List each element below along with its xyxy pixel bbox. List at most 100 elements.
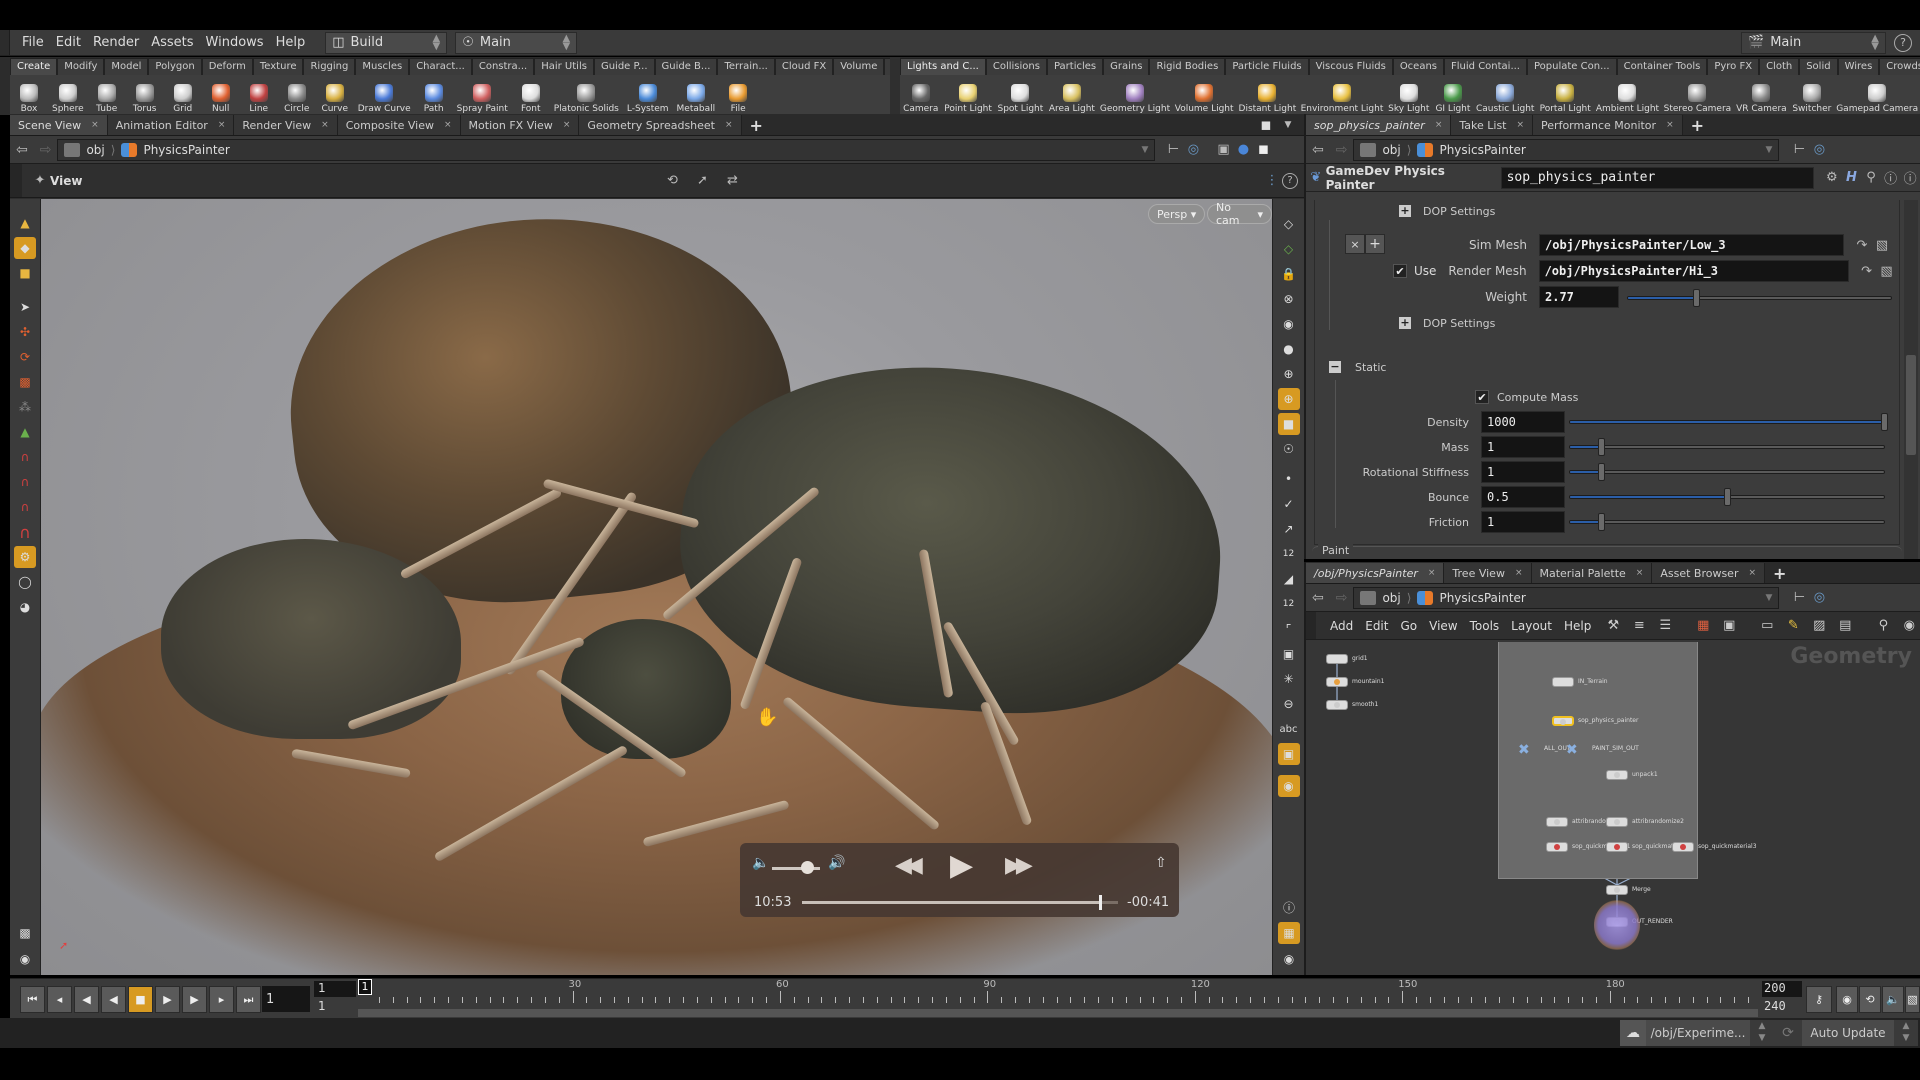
handle-icon[interactable]: ⇄ [722, 171, 742, 191]
volume-high-icon[interactable]: 🔊 [828, 855, 845, 871]
menu-windows[interactable]: Windows [200, 35, 270, 50]
shelf-tab-pyro-fx[interactable]: Pyro FX [1707, 58, 1760, 75]
tab-tree-view[interactable]: Tree View × [1444, 563, 1532, 583]
close-tab-icon[interactable]: × [1435, 120, 1443, 130]
help-icon[interactable]: ? [1282, 172, 1298, 189]
shelf-tool-distant-light[interactable]: Distant Light [1236, 76, 1299, 114]
shelf-tab-model[interactable]: Model [104, 58, 149, 75]
magnet-snap-curve-icon[interactable]: ∩ [14, 471, 36, 493]
menu-assets[interactable]: Assets [145, 35, 199, 50]
in-terrain-node[interactable] [1552, 677, 1574, 687]
back-arrow-icon[interactable]: ⇦ [1306, 590, 1330, 606]
menu-layout[interactable]: Layout [1505, 619, 1558, 633]
path-physicspainter[interactable]: PhysicsPainter [1439, 591, 1525, 605]
collapse-icon[interactable]: − [1329, 361, 1341, 373]
expand-icon[interactable]: + [1399, 317, 1411, 329]
bounce-slider[interactable] [1569, 488, 1885, 506]
tab-animation-editor[interactable]: Animation Editor × [107, 115, 235, 135]
shelf-tab-particles[interactable]: Particles [1046, 58, 1104, 75]
close-tab-icon[interactable]: × [563, 120, 571, 130]
volume-low-icon[interactable]: 🔈 [752, 855, 769, 871]
tab-obj-physicspainter[interactable]: /obj/PhysicsPainter × [1306, 563, 1445, 583]
shelf-tool-curve[interactable]: Curve [316, 76, 354, 114]
static-folder[interactable]: − Static [1329, 356, 1386, 378]
network-editor-canvas[interactable]: Geometry Example 1 grid1mountain1smooth1… [1306, 642, 1920, 975]
shelf-tab-terrain[interactable]: Terrain... [717, 58, 775, 75]
light-bulb-icon[interactable]: ● [1278, 338, 1300, 360]
slider-handle[interactable] [1693, 289, 1701, 307]
shelf-tab-viscous-fluids[interactable]: Viscous Fluids [1308, 58, 1393, 75]
sim-mesh-field[interactable]: /obj/PhysicsPainter/Low_3 [1539, 234, 1844, 256]
close-tab-icon[interactable]: × [1748, 568, 1756, 578]
pane-layout-icon[interactable]: ◼ [1256, 115, 1276, 135]
shelf-tool-spray-paint[interactable]: Spray Paint [453, 76, 512, 114]
marker-icon[interactable]: ◉ [1277, 775, 1300, 797]
shelf-tab-create[interactable]: Create [10, 58, 58, 75]
vertex-normals-icon[interactable]: ↗ [1278, 518, 1300, 540]
shelf-tab-hair-utils[interactable]: Hair Utils [534, 58, 594, 75]
link-icon[interactable]: ◎ [1809, 140, 1829, 160]
fast-forward-icon[interactable]: ▶▶ [1005, 853, 1033, 878]
slider-handle[interactable] [1881, 413, 1888, 431]
shelf-tool-gi-light[interactable]: GI Light [1432, 76, 1473, 114]
info-icon[interactable]: ⓘ [1278, 896, 1300, 918]
dop-settings-folder-2[interactable]: + DOP Settings [1399, 312, 1495, 334]
shelf-tool-box[interactable]: Box [10, 76, 48, 114]
jump-to-end-icon[interactable]: ⏭ [236, 986, 261, 1013]
node-name-field[interactable]: sop_physics_painter [1500, 166, 1815, 189]
bounce-field[interactable]: 0.5 [1481, 486, 1565, 508]
close-tab-icon[interactable]: × [218, 120, 226, 130]
timeline-ruler[interactable]: 30 60 90 120 150 180 1 [358, 979, 1758, 1009]
jump-to-operator-icon[interactable]: ↷ [1852, 235, 1872, 255]
slider-handle[interactable] [1598, 513, 1606, 531]
magnet-snap-grid-icon[interactable]: ∩ [14, 446, 36, 468]
rotational-stiffness-slider[interactable] [1569, 463, 1885, 481]
tree-icon[interactable]: ≡ [1629, 616, 1649, 636]
updown-icon[interactable]: ▲ ▼ [1750, 1020, 1774, 1046]
rewind-icon[interactable]: ◀◀ [895, 853, 923, 878]
shelf-tool-circle[interactable]: Circle [278, 76, 316, 114]
tab-motion-fx-view[interactable]: Motion FX View × [460, 115, 580, 135]
close-tab-icon[interactable]: × [1515, 568, 1523, 578]
playhead[interactable]: 1 [358, 979, 372, 995]
path-dropdown-icon[interactable]: ▼ [1766, 593, 1773, 603]
select-mode-geometry-icon[interactable]: ◆ [14, 237, 36, 259]
step-back-icon[interactable]: ◀ [74, 986, 99, 1013]
context-dropdown[interactable]: ☉ Main ▲ ▼ [455, 31, 578, 54]
jump-to-start-icon[interactable]: ⏮ [20, 986, 45, 1013]
help-icon[interactable]: ⓘ [1900, 168, 1920, 188]
shelf-tab-wires[interactable]: Wires [1837, 58, 1880, 75]
shelf-tab-deform[interactable]: Deform [201, 58, 253, 75]
forward-arrow-icon[interactable]: ⇨ [34, 142, 58, 158]
attribrandomize2-node[interactable] [1606, 817, 1628, 827]
info-icon[interactable]: ⓘ [1881, 168, 1901, 188]
volume-knob[interactable] [800, 861, 814, 874]
share-icon[interactable]: ⇧ [1155, 855, 1167, 871]
magnet-icon[interactable]: ∩ [14, 521, 36, 543]
node-chooser-icon[interactable]: ▧ [1872, 235, 1892, 255]
menu-go[interactable]: Go [1394, 619, 1423, 633]
shelf-divider[interactable] [890, 57, 900, 115]
path-physicspainter[interactable]: PhysicsPainter [143, 143, 229, 157]
grid1-node[interactable] [1326, 654, 1348, 664]
mountain1-node[interactable] [1326, 677, 1348, 687]
back-arrow-icon[interactable]: ⇦ [1306, 142, 1330, 158]
paint-sim-out-node[interactable]: ✖ [1566, 742, 1578, 758]
mass-field[interactable]: 1 [1481, 436, 1565, 458]
text-display-icon[interactable]: abc [1278, 718, 1300, 740]
persp-menu[interactable]: Persp ▾ [1148, 204, 1206, 224]
add-tab-button[interactable]: + [1683, 116, 1712, 135]
video-scrubber[interactable] [1099, 895, 1103, 910]
shelf-tab-populate-con[interactable]: Populate Con... [1527, 58, 1617, 75]
bounding-box-icon[interactable]: ▣ [1278, 643, 1300, 665]
select-mode-objects-icon[interactable]: ▲ [14, 212, 36, 234]
smooth1-node[interactable] [1326, 700, 1348, 710]
menu-help[interactable]: Help [1558, 619, 1597, 633]
play-reverse-icon[interactable]: ◀ [101, 986, 126, 1013]
shelf-tool-sky-light[interactable]: Sky Light [1385, 76, 1432, 114]
density-field[interactable]: 1000 [1481, 411, 1565, 433]
sop-quickmaterial1-node[interactable] [1546, 842, 1568, 852]
close-tab-icon[interactable]: × [1428, 568, 1436, 578]
display-options-icon[interactable]: ⋮ [1262, 171, 1282, 191]
jump-to-operator-icon[interactable]: ↷ [1857, 261, 1877, 281]
